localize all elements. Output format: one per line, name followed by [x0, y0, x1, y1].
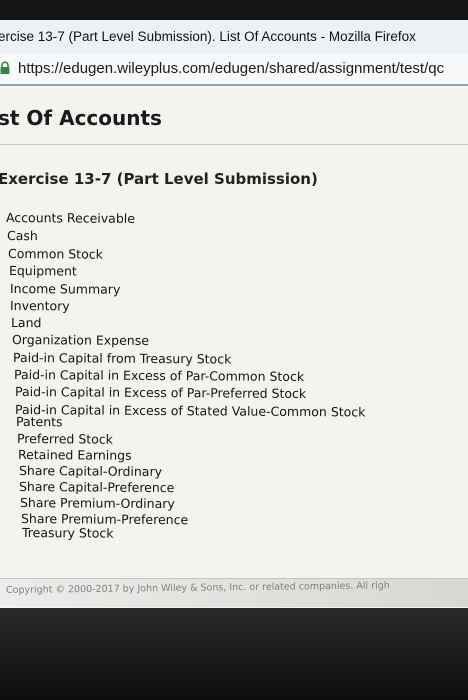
- address-bar[interactable]: https://edugen.wileyplus.com/edugen/shar…: [0, 54, 468, 86]
- account-item: Land: [10, 315, 42, 331]
- page-title: st Of Accounts: [0, 106, 162, 130]
- monitor-bezel-bottom: [0, 608, 468, 700]
- account-item: Paid-in Capital from Treasury Stock: [12, 350, 232, 367]
- account-item: Patents: [15, 414, 63, 430]
- account-item: Organization Expense: [11, 332, 149, 348]
- monitor-bezel-top: [0, 0, 468, 20]
- account-item: Paid-in Capital in Excess of Par-Preferr…: [14, 384, 307, 402]
- account-item: Share Premium-Ordinary: [19, 495, 175, 512]
- page-footer: Copyright © 2000-2017 by John Wiley & So…: [0, 578, 468, 607]
- window-titlebar: ercise 13-7 (Part Level Submission). Lis…: [0, 20, 468, 55]
- exercise-heading: Exercise 13-7 (Part Level Submission): [0, 170, 318, 188]
- account-item: Treasury Stock: [21, 525, 114, 541]
- account-item: Retained Earnings: [17, 447, 132, 463]
- account-item: Paid-in Capital in Excess of Par-Common …: [13, 367, 305, 385]
- account-item: Income Summary: [9, 281, 121, 297]
- account-item: Preferred Stock: [16, 431, 114, 447]
- account-item: Share Capital-Preference: [18, 479, 175, 496]
- account-item: Paid-in Capital in Excess of Stated Valu…: [14, 402, 366, 420]
- account-item: Cash: [6, 228, 38, 244]
- window-title: ercise 13-7 (Part Level Submission). Lis…: [0, 29, 416, 44]
- account-item: Inventory: [9, 298, 70, 314]
- account-item: Common Stock: [7, 246, 103, 262]
- url-text[interactable]: https://edugen.wileyplus.com/edugen/shar…: [18, 60, 444, 77]
- page-content: st Of Accounts Exercise 13-7 (Part Level…: [0, 86, 468, 608]
- account-item: Equipment: [8, 263, 77, 279]
- lock-icon: [0, 61, 10, 74]
- photographed-screen: ercise 13-7 (Part Level Submission). Lis…: [0, 0, 468, 700]
- title-divider: [0, 144, 468, 145]
- account-item: Accounts Receivable: [5, 210, 136, 226]
- account-item: Share Capital-Ordinary: [18, 463, 163, 479]
- copyright-notice: Copyright © 2000-2017 by John Wiley & So…: [5, 580, 390, 596]
